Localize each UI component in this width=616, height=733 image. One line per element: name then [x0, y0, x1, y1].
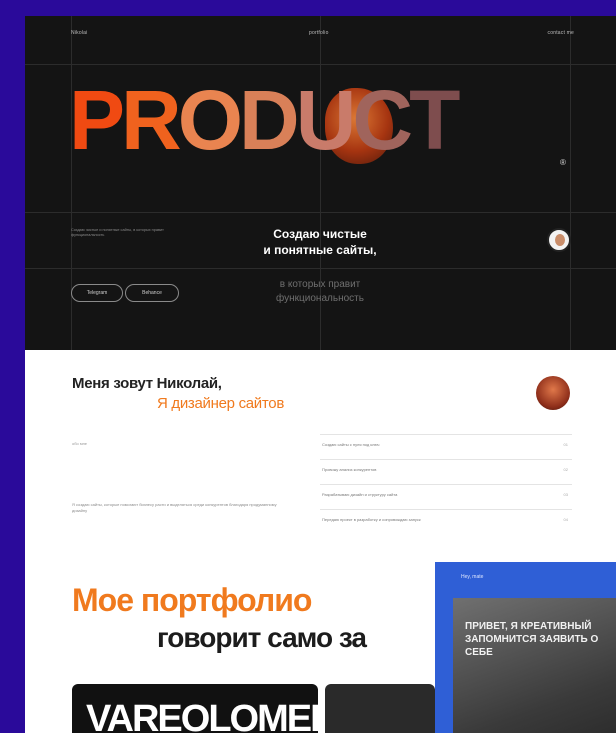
grid-line	[25, 268, 616, 269]
overlay-image	[453, 598, 616, 733]
list-item: Передаю проект в разработку и сопровожда…	[320, 509, 572, 534]
wordmark-letter: U	[295, 73, 357, 167]
list-item-text: Передаю проект в разработку и сопровожда…	[322, 517, 421, 522]
nav-logo-link[interactable]: Nikolai	[71, 30, 87, 36]
services-list: Создаю сайты с нуля под ключ 01 Провожу …	[320, 434, 572, 534]
overlay-text: ПРИВЕТ, Я КРЕАТИВНЫЙ ЗАПОМНИТСЯ ЗАЯВИТЬ …	[465, 621, 599, 658]
about-role: Я дизайнер сайтов	[157, 395, 284, 412]
list-item-text: Провожу анализ конкурентов	[322, 467, 377, 472]
portfolio-card[interactable]: VAREOLOMEEV	[72, 684, 318, 733]
page-frame: Nikolai portfolio contact me PRODUCT ® С…	[25, 16, 616, 733]
list-item-number: 03	[563, 492, 568, 497]
grid-line	[71, 16, 72, 350]
list-item-text: Создаю сайты с нуля под ключ	[322, 442, 380, 447]
list-item-number: 04	[563, 517, 568, 522]
hero-small-text: Создаю чистые и понятные сайты, в которы…	[71, 228, 164, 237]
overlay-title: Hey, mate	[461, 574, 484, 580]
grid-line	[570, 16, 571, 350]
product-wordmark: PRODUCT	[69, 73, 460, 167]
grid-line	[25, 212, 616, 213]
hero-subheadline: в которых правит функциональность	[225, 278, 415, 306]
registered-mark: ®	[560, 158, 566, 167]
about-description: Я создаю сайты, которые помогают бизнесу…	[72, 502, 277, 513]
nav-portfolio-link[interactable]: portfolio	[309, 30, 329, 36]
portfolio-subtitle: говорит само за	[157, 622, 367, 653]
wordmark-letter: T	[409, 73, 460, 167]
about-label: обо мне	[72, 441, 88, 446]
avatar[interactable]	[547, 228, 571, 252]
wordmark-letter: D	[239, 73, 300, 167]
wordmark-letter: O	[177, 73, 243, 167]
top-nav: Nikolai portfolio contact me	[25, 30, 616, 40]
behance-button[interactable]: Behance	[125, 284, 179, 302]
list-item: Провожу анализ конкурентов 02	[320, 459, 572, 484]
list-item-number: 02	[563, 467, 568, 472]
grid-line	[25, 64, 616, 65]
list-item: Разрабатываю дизайн и структуру сайта 03	[320, 484, 572, 509]
hero-section: Nikolai portfolio contact me PRODUCT ® С…	[25, 16, 616, 350]
wordmark-letter: C	[352, 73, 413, 167]
portfolio-title: Мое портфолио	[72, 582, 312, 618]
wordmark-letter: P	[69, 73, 125, 167]
list-item-text: Разрабатываю дизайн и структуру сайта	[322, 492, 398, 497]
hero-headline-line: и понятные сайты,	[263, 243, 377, 257]
list-item: Создаю сайты с нуля под ключ 01	[320, 434, 572, 459]
telegram-button[interactable]: Telegram	[71, 284, 123, 302]
hero-sub-line: в которых правит	[279, 279, 361, 290]
about-name: Меня зовут Николай,	[72, 375, 222, 392]
nav-contact-link[interactable]: contact me	[548, 30, 574, 36]
list-item-number: 01	[563, 442, 568, 447]
portfolio-card[interactable]	[325, 684, 435, 733]
wordmark-letter: R	[121, 73, 182, 167]
portfolio-card-title: VAREOLOMEEV	[86, 698, 318, 733]
hero-sub-line: функциональность	[276, 293, 364, 304]
profile-photo	[536, 376, 570, 410]
hero-headline-line: Создаю чистые	[273, 227, 367, 241]
hero-headline: Создаю чистые и понятные сайты,	[225, 226, 415, 258]
